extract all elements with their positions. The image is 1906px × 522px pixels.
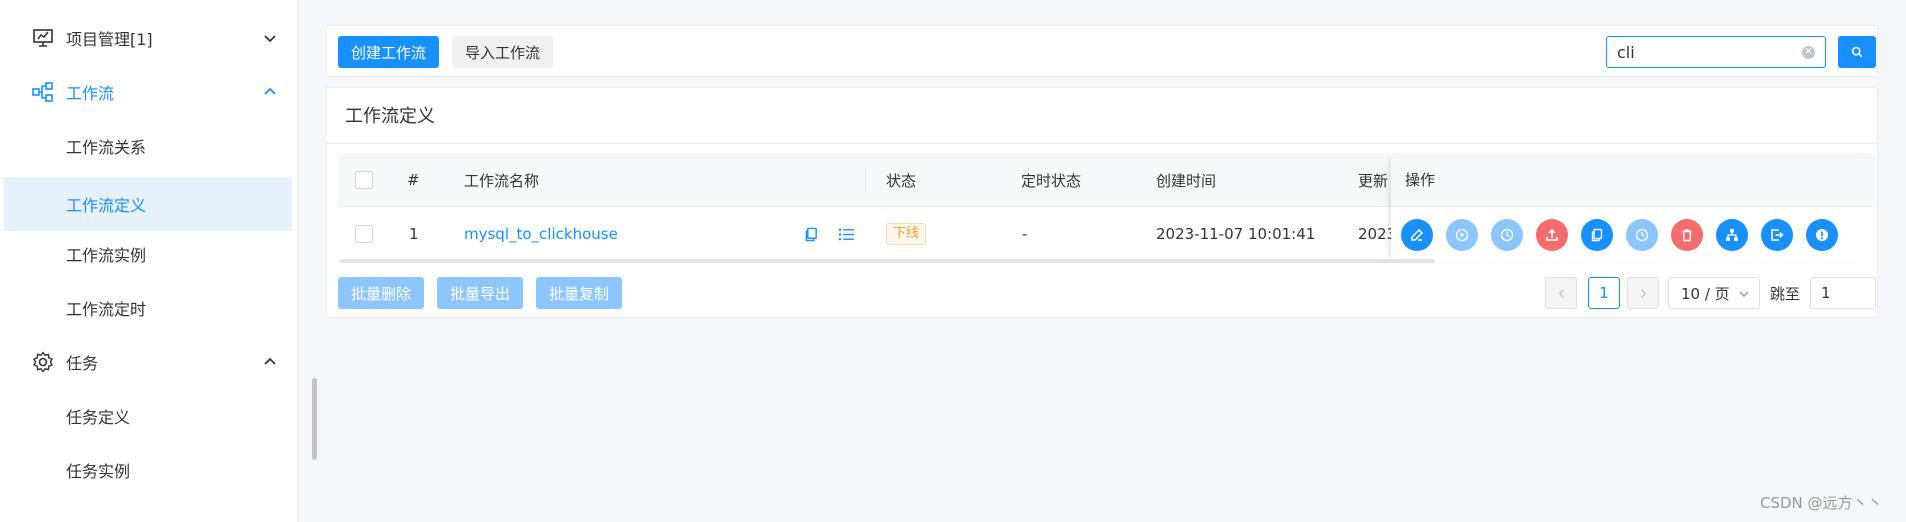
prev-page-button[interactable] xyxy=(1545,277,1577,309)
timing-icon xyxy=(1500,228,1514,242)
copy-workflow-button[interactable] xyxy=(1581,219,1613,251)
delete-icon xyxy=(1682,229,1692,242)
sidebar-item-workflow-definition[interactable]: 工作流定义 xyxy=(4,177,292,231)
divider xyxy=(327,143,1877,144)
table-horizontal-scrollbar[interactable] xyxy=(340,259,1435,263)
column-header-updated: 更新 xyxy=(1358,171,1389,190)
chevron-left-icon xyxy=(1558,288,1564,298)
gear-icon xyxy=(33,351,53,373)
sidebar-item-workflow-instance[interactable]: 工作流实例 xyxy=(0,227,298,281)
watermark: CSDN @远方丶丶 xyxy=(1760,494,1883,512)
row-checkbox[interactable] xyxy=(355,225,373,243)
create-workflow-button[interactable]: 创建工作流 xyxy=(338,36,439,68)
publish-button[interactable] xyxy=(1536,219,1568,251)
sidebar-item-task-definition[interactable]: 任务定义 xyxy=(0,389,298,443)
menu-group-task[interactable]: 任务 xyxy=(0,335,298,389)
column-header-status: 状态 xyxy=(886,171,917,190)
project-monitor-icon xyxy=(33,29,53,47)
column-resizer[interactable] xyxy=(865,168,866,192)
copy-name-button[interactable] xyxy=(804,207,819,261)
sidebar-item-workflow-relation[interactable]: 工作流关系 xyxy=(0,119,298,173)
tree-icon xyxy=(1726,229,1738,241)
menu-group-label: 工作流 xyxy=(66,84,115,103)
edit-icon xyxy=(1411,228,1424,241)
import-workflow-button[interactable]: 导入工作流 xyxy=(452,36,553,68)
list-icon xyxy=(838,228,854,240)
page-size-value: 10 / 页 xyxy=(1681,284,1730,303)
run-button[interactable] xyxy=(1446,219,1478,251)
edit-button[interactable] xyxy=(1401,219,1433,251)
status-cell: 下线 xyxy=(886,207,927,261)
column-header-name: 工作流名称 xyxy=(464,171,540,190)
copy-icon xyxy=(805,227,817,241)
sidebar: 项目管理[1] 工作流 工作流关系 工作流定义 工作流实例 工作流定时 任务 任… xyxy=(0,0,298,522)
search-button[interactable] xyxy=(1838,36,1876,68)
run-icon xyxy=(1455,228,1469,242)
page-size-select[interactable]: 10 / 页 xyxy=(1668,277,1760,309)
copy-icon xyxy=(1591,228,1603,242)
workflow-name-link[interactable]: mysql_to_clickhouse xyxy=(464,207,618,261)
batch-delete-button[interactable]: 批量删除 xyxy=(338,277,424,309)
tree-view-button[interactable] xyxy=(1716,219,1748,251)
workflow-table: # 工作流名称 状态 定时状态 创建时间 更新 1 mysql_to_click… xyxy=(338,153,1876,263)
menu-group-workflow[interactable]: 工作流 xyxy=(0,65,298,119)
row-index: 1 xyxy=(409,225,419,243)
operations-fixed-column: 操作 xyxy=(1391,153,1876,263)
clear-icon[interactable]: ✕ xyxy=(1802,46,1815,59)
search-icon xyxy=(1851,46,1863,58)
jump-to-label: 跳至 xyxy=(1770,284,1801,303)
card-title: 工作流定义 xyxy=(345,106,435,127)
sidebar-item-workflow-timing[interactable]: 工作流定时 xyxy=(0,281,298,335)
batch-export-button[interactable]: 批量导出 xyxy=(437,277,523,309)
chevron-up-icon xyxy=(264,357,276,365)
publish-icon xyxy=(1546,228,1558,241)
select-all-checkbox[interactable] xyxy=(355,171,373,189)
sidebar-item-task-instance[interactable]: 任务实例 xyxy=(0,443,298,497)
batch-copy-button[interactable]: 批量复制 xyxy=(536,277,622,309)
jump-page-input[interactable]: 1 xyxy=(1810,277,1876,309)
menu-group-project[interactable]: 项目管理[1] xyxy=(0,11,298,65)
timing-manage-icon xyxy=(1635,228,1649,242)
status-badge: 下线 xyxy=(886,223,927,245)
version-info-button[interactable] xyxy=(1806,219,1838,251)
delete-button[interactable] xyxy=(1671,219,1703,251)
export-button[interactable] xyxy=(1761,219,1793,251)
menu-group-label: 任务 xyxy=(66,354,99,373)
export-icon xyxy=(1771,229,1784,241)
sidebar-scrollbar[interactable] xyxy=(312,378,317,460)
column-header-created: 创建时间 xyxy=(1156,171,1217,190)
select-all-cell xyxy=(355,153,373,207)
row-select-cell xyxy=(355,207,373,261)
search-input-wrapper: ✕ xyxy=(1606,36,1826,68)
next-page-button[interactable] xyxy=(1627,277,1659,309)
menu-group-label: 项目管理[1] xyxy=(66,30,153,49)
workflow-tree-list-button[interactable] xyxy=(838,207,855,261)
timing-manage-button[interactable] xyxy=(1626,219,1658,251)
schedule-status-cell: - xyxy=(1022,225,1028,243)
chevron-right-icon xyxy=(1640,288,1646,298)
column-header-schedule-status: 定时状态 xyxy=(1021,171,1082,190)
column-header-operations: 操作 xyxy=(1391,153,1876,207)
chevron-down-icon xyxy=(264,35,276,43)
timing-button[interactable] xyxy=(1491,219,1523,251)
info-icon xyxy=(1816,229,1828,241)
workflow-icon xyxy=(32,82,53,102)
column-header-index: # xyxy=(407,171,420,189)
page-number-current[interactable]: 1 xyxy=(1588,277,1620,309)
chevron-down-icon xyxy=(1739,291,1749,297)
created-time-cell: 2023-11-07 10:01:41 xyxy=(1156,225,1316,243)
search-input[interactable] xyxy=(1617,42,1787,62)
chevron-up-icon xyxy=(264,87,276,95)
